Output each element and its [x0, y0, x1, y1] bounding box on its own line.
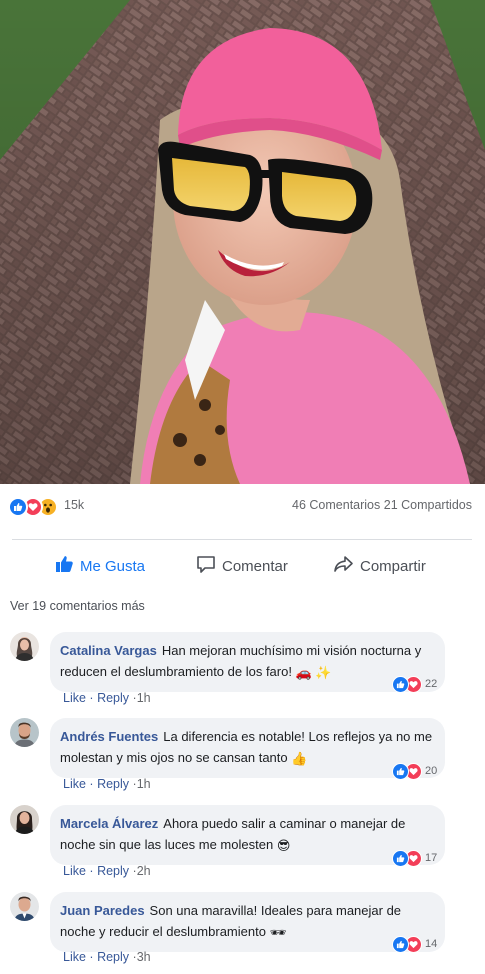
like-reaction-icon [392, 675, 409, 693]
sunglasses-emoji: 😎 [276, 838, 291, 854]
reaction-count[interactable]: 15k [64, 498, 84, 512]
comment-meta: Like · Reply ·1h [63, 691, 151, 705]
comment-author[interactable]: Marcela Álvarez [60, 816, 158, 831]
comment-reply-link[interactable]: Reply [97, 691, 129, 705]
comment-reply-link[interactable]: Reply [97, 950, 129, 964]
comment-author[interactable]: Catalina Vargas [60, 643, 157, 658]
share-button[interactable]: Compartir [333, 548, 426, 584]
comment-reactions[interactable]: 20 [392, 761, 437, 781]
comment-reaction-count: 22 [425, 678, 438, 690]
comments-count[interactable]: 46 Comentarios [292, 498, 380, 512]
comment-time[interactable]: 1h [137, 777, 151, 791]
share-button-label: Compartir [360, 557, 426, 575]
comment-author[interactable]: Andrés Fuentes [60, 729, 158, 744]
comment-bubble: Catalina Vargas Han mejoran muchísimo mi … [50, 632, 445, 693]
avatar[interactable] [10, 805, 39, 834]
comment-reply-link[interactable]: Reply [97, 864, 129, 878]
comment-button[interactable]: Comentar [196, 548, 288, 584]
like-reaction-icon [8, 497, 28, 517]
like-reaction-icon [392, 762, 409, 780]
reaction-icons[interactable] [8, 497, 64, 517]
car-sparkles-emoji: 🚗 ✨ [295, 665, 332, 681]
comment-button-label: Comentar [222, 557, 288, 575]
selfie-photo [0, 0, 485, 484]
comment-time[interactable]: 3h [137, 950, 151, 964]
reactions-bar: 15k 46 Comentarios 21 Compartidos [0, 492, 485, 520]
avatar[interactable] [10, 892, 39, 921]
thumbs-up-emoji: 👍 [291, 751, 308, 767]
comment-reaction-count: 14 [425, 938, 438, 950]
post-stats: 46 Comentarios 21 Compartidos [292, 498, 472, 512]
like-reaction-icon [392, 935, 409, 953]
avatar[interactable] [10, 632, 39, 661]
comment-bubble: Andrés Fuentes La diferencia es notable! … [50, 718, 445, 779]
thumbs-up-icon [55, 555, 74, 577]
comment-reaction-count: 20 [425, 765, 438, 777]
share-icon [333, 555, 354, 577]
like-reaction-icon [392, 849, 409, 867]
comment-like-link[interactable]: Like [63, 950, 86, 964]
separator: · [89, 691, 94, 705]
view-more-comments-link[interactable]: Ver 19 comentarios más [10, 599, 145, 613]
comment-time[interactable]: 2h [137, 864, 151, 878]
post-photo[interactable] [0, 0, 485, 484]
comment-time[interactable]: 1h [137, 691, 151, 705]
divider [12, 539, 472, 540]
separator: · [89, 777, 94, 791]
comment-icon [196, 555, 216, 578]
separator: · [89, 864, 94, 878]
comment-meta: Like · Reply ·3h [63, 950, 151, 964]
comment-reactions[interactable]: 14 [392, 934, 437, 954]
comment-bubble: Juan Paredes Son una maravilla! Ideales p… [50, 892, 445, 953]
like-button-label: Me Gusta [80, 557, 146, 575]
shares-count[interactable]: 21 Compartidos [384, 498, 472, 512]
dark-sunglasses-emoji: 🕶 [269, 925, 287, 941]
comment-like-link[interactable]: Like [63, 777, 86, 791]
comment-reply-link[interactable]: Reply [97, 777, 129, 791]
action-bar: Me Gusta Comentar Compartir [0, 548, 485, 584]
comment-like-link[interactable]: Like [63, 691, 86, 705]
comment-meta: Like · Reply ·2h [63, 864, 151, 878]
comment-reactions[interactable]: 17 [392, 848, 437, 868]
comment-reactions[interactable]: 22 [392, 674, 437, 694]
comment-author[interactable]: Juan Paredes [60, 903, 145, 918]
like-button[interactable]: Me Gusta [55, 548, 145, 584]
avatar[interactable] [10, 718, 39, 747]
comment-like-link[interactable]: Like [63, 864, 86, 878]
comment-bubble: Marcela Álvarez Ahora puedo salir a camin… [50, 805, 445, 866]
separator: · [89, 950, 94, 964]
comment-meta: Like · Reply ·1h [63, 777, 151, 791]
comment-reaction-count: 17 [425, 852, 438, 864]
